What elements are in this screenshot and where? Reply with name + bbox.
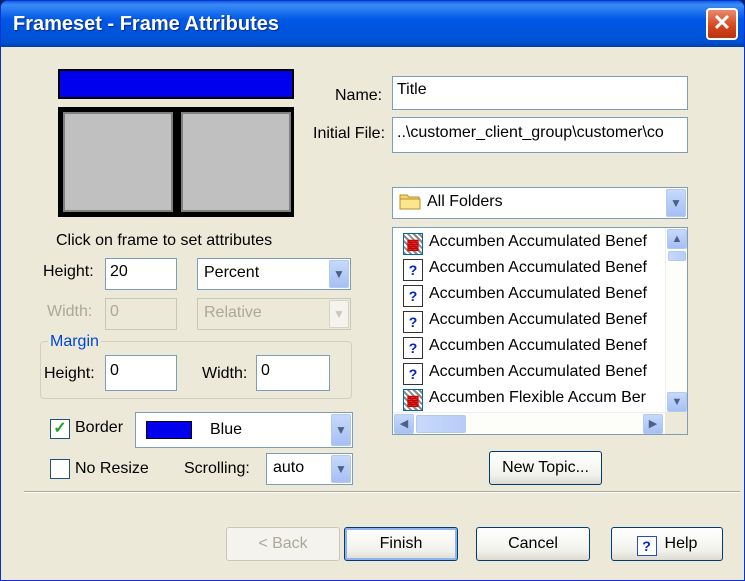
list-item[interactable]: ▦ Accumben Flexible Accum Ber xyxy=(399,387,659,411)
scrolling-value: auto xyxy=(273,459,305,476)
topic-icon: ? xyxy=(403,363,423,385)
border-color-swatch xyxy=(146,421,192,439)
title-bar: Frameset - Frame Attributes ✕ xyxy=(1,1,744,47)
border-color-name: Blue xyxy=(210,421,243,438)
list-item[interactable]: ? Accumben Accumulated Benef xyxy=(399,283,659,309)
list-item[interactable]: ? Accumben Accumulated Benef xyxy=(399,309,659,335)
topic-icon: ? xyxy=(403,259,423,281)
border-checkbox[interactable]: ✓ xyxy=(50,419,70,439)
frame-preview-top-frame[interactable] xyxy=(58,69,294,99)
frame-attributes-dialog: Frameset - Frame Attributes ✕ Click on f… xyxy=(0,0,745,581)
list-item[interactable]: ▦ Accumben Accumulated Benef xyxy=(399,231,659,257)
chevron-down-icon[interactable]: ▼ xyxy=(666,189,686,217)
scroll-left-icon[interactable]: ◀ xyxy=(394,414,414,434)
vertical-scrollbar[interactable]: ▲ ▼ xyxy=(665,228,687,414)
window-title: Frameset - Frame Attributes xyxy=(13,13,279,35)
height-unit-value: Percent xyxy=(204,264,260,281)
new-topic-button[interactable]: New Topic... xyxy=(489,451,602,485)
list-item-label: Accumben Accumulated Benef xyxy=(429,285,647,302)
folder-select[interactable]: All Folders ▼ xyxy=(392,187,688,219)
chevron-down-icon: ▼ xyxy=(329,300,349,328)
separator xyxy=(24,491,740,493)
scroll-right-icon[interactable]: ▶ xyxy=(643,414,663,434)
height-label: Height: xyxy=(43,263,94,280)
height-input[interactable]: 20 xyxy=(105,258,177,290)
topic-list[interactable]: ▦ Accumben Accumulated Benef ? Accumben … xyxy=(392,227,688,435)
cancel-button[interactable]: Cancel xyxy=(476,527,590,561)
width-input[interactable]: 0 xyxy=(105,298,177,330)
name-label: Name: xyxy=(335,87,383,104)
topic-icon: ? xyxy=(403,285,423,307)
list-item-label: Accumben Accumulated Benef xyxy=(429,363,647,380)
no-resize-checkbox[interactable] xyxy=(50,459,70,479)
help-button[interactable]: ? Help xyxy=(611,527,723,561)
list-item-label: Accumben Accumulated Benef xyxy=(429,259,647,276)
horizontal-scroll-thumb[interactable] xyxy=(416,415,466,433)
list-item-label: Accumben Accumulated Benef xyxy=(429,337,647,354)
scrollbar-corner xyxy=(665,412,687,434)
height-unit-select[interactable]: Percent ▼ xyxy=(197,258,351,290)
list-item-label: Accumben Accumulated Benef xyxy=(429,233,647,250)
scroll-up-icon[interactable]: ▲ xyxy=(667,229,687,249)
margin-height-label: Height: xyxy=(44,365,95,382)
margin-width-input[interactable]: 0 xyxy=(256,355,330,391)
list-item[interactable]: ? Accumben Accumulated Benef xyxy=(399,335,659,361)
help-button-label: Help xyxy=(664,535,698,552)
name-input[interactable]: Title xyxy=(392,76,688,110)
no-resize-label: No Resize xyxy=(75,460,149,477)
frame-preview xyxy=(56,67,296,217)
back-button[interactable]: < Back xyxy=(226,527,340,561)
topic-icon: ? xyxy=(403,311,423,333)
margin-group-title: Margin xyxy=(48,333,101,351)
chevron-down-icon[interactable]: ▼ xyxy=(331,455,351,483)
frame-preview-lower-area xyxy=(58,107,294,217)
frameset-icon: ▦ xyxy=(403,233,423,255)
topic-icon: ? xyxy=(403,337,423,359)
initial-file-input[interactable]: ..\customer_client_group\customer\co xyxy=(392,117,688,153)
list-item[interactable]: ? Accumben Accumulated Benef xyxy=(399,361,659,387)
width-label: Width: xyxy=(47,303,93,320)
close-button[interactable]: ✕ xyxy=(706,8,738,40)
frameset-icon: ▦ xyxy=(403,389,423,411)
folder-icon xyxy=(399,194,421,210)
scrolling-select[interactable]: auto ▼ xyxy=(266,453,353,485)
folder-select-value: All Folders xyxy=(427,193,503,210)
dialog-body: Click on frame to set attributes Height:… xyxy=(4,47,741,579)
frame-hint-text: Click on frame to set attributes xyxy=(56,232,273,249)
list-item[interactable]: ? Accumben Accumulated Benef xyxy=(399,257,659,283)
frame-preview-right-frame[interactable] xyxy=(181,112,291,212)
list-item-label: Accumben Flexible Accum Ber xyxy=(429,389,646,406)
width-unit-select[interactable]: Relative ▼ xyxy=(197,298,351,330)
chevron-down-icon[interactable]: ▼ xyxy=(331,414,351,446)
initial-file-label: Initial File: xyxy=(313,125,386,142)
scroll-down-icon[interactable]: ▼ xyxy=(667,392,687,412)
margin-width-label: Width: xyxy=(202,365,248,382)
vertical-scroll-thumb[interactable] xyxy=(668,251,686,261)
border-color-select[interactable]: Blue ▼ xyxy=(135,412,353,448)
horizontal-scrollbar[interactable]: ◀ ▶ xyxy=(393,412,665,434)
scrolling-label: Scrolling: xyxy=(184,460,250,477)
border-label: Border xyxy=(75,419,124,436)
chevron-down-icon[interactable]: ▼ xyxy=(329,260,349,288)
finish-button[interactable]: Finish xyxy=(344,527,458,561)
list-item-label: Accumben Accumulated Benef xyxy=(429,311,647,328)
width-unit-value: Relative xyxy=(204,304,262,321)
margin-height-input[interactable]: 0 xyxy=(105,355,177,391)
help-icon: ? xyxy=(636,536,657,556)
frame-preview-left-frame[interactable] xyxy=(63,112,173,212)
